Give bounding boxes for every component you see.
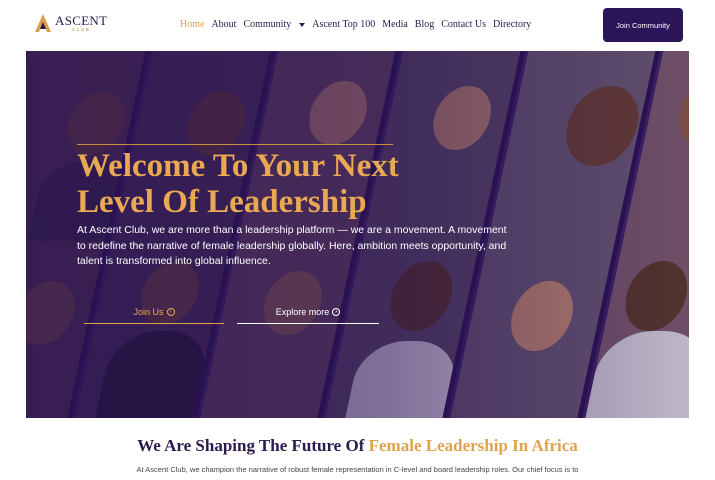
nav-contact-us[interactable]: Contact Us (441, 19, 486, 30)
logo-subtitle: CLUB (71, 26, 91, 32)
join-us-label: Join Us (133, 306, 164, 317)
nav-home[interactable]: Home (180, 19, 204, 30)
nav-community[interactable]: Community (243, 19, 306, 30)
arrow-right-circle-icon: › (332, 307, 341, 316)
chevron-down-icon (299, 22, 306, 27)
explore-more-label: Explore more (275, 306, 330, 317)
nav-media[interactable]: Media (382, 19, 408, 30)
main-nav: Home About Community Ascent Top 100 Medi… (180, 19, 538, 30)
logo-mark-icon (34, 12, 52, 34)
section-title-highlight: Female Leadership In Africa (368, 436, 578, 455)
nav-community-label: Community (243, 19, 292, 30)
join-community-button[interactable]: Join Community (603, 8, 683, 42)
explore-more-button[interactable]: Explore more › (237, 300, 379, 324)
nav-directory[interactable]: Directory (493, 19, 531, 30)
section-description: At Ascent Club, we champion the narrativ… (136, 465, 579, 474)
section-title-main: We Are Shaping The Future Of (137, 436, 369, 455)
join-us-button[interactable]: Join Us › (84, 300, 224, 324)
hero-description: At Ascent Club, we are more than a leade… (77, 224, 507, 267)
hero-title: Welcome To Your Next Level Of Leadership (77, 148, 399, 220)
hero-title-rule (77, 144, 393, 145)
site-header: ASCENT CLUB Home About Community Ascent … (0, 0, 715, 50)
logo-wordmark: ASCENT (55, 12, 108, 28)
logo[interactable]: ASCENT CLUB (34, 12, 107, 34)
arrow-right-circle-icon: › (166, 307, 175, 316)
section-title: We Are Shaping The Future Of Female Lead… (0, 436, 715, 456)
nav-about[interactable]: About (211, 19, 236, 30)
nav-ascent-top-100[interactable]: Ascent Top 100 (312, 19, 375, 30)
nav-blog[interactable]: Blog (415, 19, 434, 30)
